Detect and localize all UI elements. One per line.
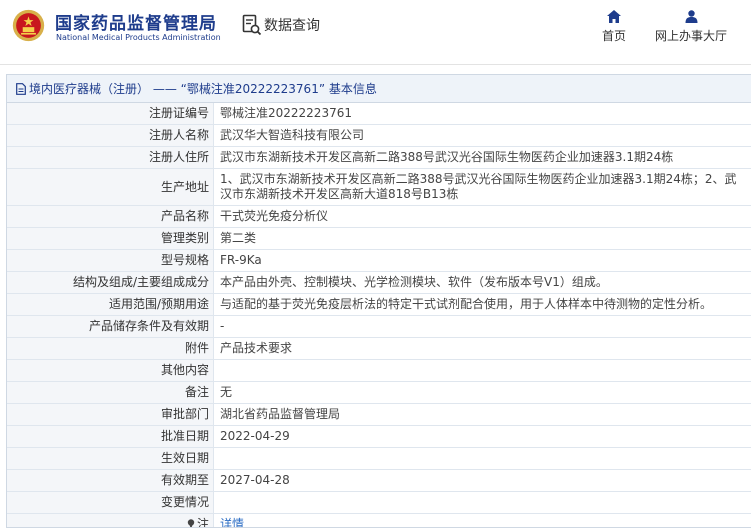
home-icon [607,10,621,23]
field-label: 批准日期 [7,425,214,448]
field-value: 产品技术要求 [213,337,751,360]
table-row: 注 详情 [7,513,751,528]
table-row: 有效期至 2027-04-28 [7,469,751,492]
table-row: 注册人住所 武汉市东湖新技术开发区高新二路388号武汉光谷国际生物医药企业加速器… [7,146,751,169]
registration-info-table: 注册证编号 鄂械注准20222223761 注册人名称 武汉华大智造科技有限公司… [7,103,751,528]
table-row: 其他内容 [7,359,751,382]
field-value: 武汉市东湖新技术开发区高新二路388号武汉光谷国际生物医药企业加速器3.1期24… [213,146,751,169]
basic-info-panel: 境内医疗器械（注册） —— “鄂械注准20222223761” 基本信息 注册证… [6,74,751,528]
field-value: 1、武汉市东湖新技术开发区高新二路388号武汉光谷国际生物医药企业加速器3.1期… [213,168,751,206]
field-value: 无 [213,381,751,404]
field-value: 本产品由外壳、控制模块、光学检测模块、软件（发布版本号V1）组成。 [213,271,751,294]
field-label: 注册人名称 [7,124,214,147]
nav-home-label: 首页 [602,29,627,43]
table-row: 适用范围/预期用途 与适配的基于荧光免疫层析法的特定干式试剂配合使用，用于人体样… [7,293,751,316]
field-value [213,359,751,382]
field-value: 与适配的基于荧光免疫层析法的特定干式试剂配合使用，用于人体样本中待测物的定性分析… [213,293,751,316]
table-row: 变更情况 [7,491,751,514]
field-value: 2027-04-28 [213,469,751,492]
table-row: 附件 产品技术要求 [7,337,751,360]
field-label: 生产地址 [7,168,214,206]
field-label: 产品名称 [7,205,214,228]
site-header: 国家药品监督管理局 National Medical Products Admi… [0,0,751,65]
data-query-link[interactable]: 数据查询 [242,14,320,36]
table-row: 生产地址 1、武汉市东湖新技术开发区高新二路388号武汉光谷国际生物医药企业加速… [7,168,751,206]
field-label: 注册人住所 [7,146,214,169]
field-value: 鄂械注准20222223761 [213,103,751,125]
field-value: 第二类 [213,227,751,250]
note-label-cell: 注 [7,513,214,528]
table-row: 结构及组成/主要组成成分 本产品由外壳、控制模块、光学检测模块、软件（发布版本号… [7,271,751,294]
table-row: 产品名称 干式荧光免疫分析仪 [7,205,751,228]
site-logo-title[interactable]: 国家药品监督管理局 [55,9,217,34]
field-label: 型号规格 [7,249,214,272]
table-row: 批准日期 2022-04-29 [7,425,751,448]
site-logo-subtitle[interactable]: National Medical Products Administration [56,33,221,42]
nav-home[interactable]: 首页 [602,10,626,44]
national-emblem-icon [12,9,45,42]
table-row: 审批部门 湖北省药品监督管理局 [7,403,751,426]
document-search-icon [242,14,262,36]
field-label: 附件 [7,337,214,360]
field-label: 注 [196,517,209,528]
person-icon [685,10,697,23]
field-value [213,491,751,514]
field-value: 干式荧光免疫分析仪 [213,205,751,228]
table-row: 注册人名称 武汉华大智造科技有限公司 [7,124,751,147]
panel-title: 境内医疗器械（注册） —— “鄂械注准20222223761” 基本信息 [29,82,377,96]
field-label: 变更情况 [7,491,214,514]
details-link[interactable]: 详情 [220,517,244,527]
table-row: 管理类别 第二类 [7,227,751,250]
field-label: 结构及组成/主要组成成分 [7,271,214,294]
table-row: 产品储存条件及有效期 - [7,315,751,338]
field-label: 生效日期 [7,447,214,470]
field-label: 其他内容 [7,359,214,382]
field-value: 2022-04-29 [213,425,751,448]
field-label: 适用范围/预期用途 [7,293,214,316]
data-query-label: 数据查询 [264,18,320,34]
table-row: 生效日期 [7,447,751,470]
panel-header: 境内医疗器械（注册） —— “鄂械注准20222223761” 基本信息 [7,75,751,103]
field-value: - [213,315,751,338]
details-cell: 详情 [213,513,751,527]
document-icon [16,82,26,95]
field-label: 管理类别 [7,227,214,250]
field-value: 武汉华大智造科技有限公司 [213,124,751,147]
field-label: 审批部门 [7,403,214,426]
field-label: 注册证编号 [7,103,214,125]
pin-icon [187,519,195,527]
field-value: 湖北省药品监督管理局 [213,403,751,426]
field-value [213,447,751,470]
nav-online-service-hall[interactable]: 网上办事大厅 [655,10,727,44]
table-row: 注册证编号 鄂械注准20222223761 [7,103,751,125]
field-label: 备注 [7,381,214,404]
field-value: FR-9Ka [213,249,751,272]
field-label: 有效期至 [7,469,214,492]
nav-online-service-label: 网上办事大厅 [655,29,728,43]
table-row: 型号规格 FR-9Ka [7,249,751,272]
table-row: 备注 无 [7,381,751,404]
field-label: 产品储存条件及有效期 [7,315,214,338]
